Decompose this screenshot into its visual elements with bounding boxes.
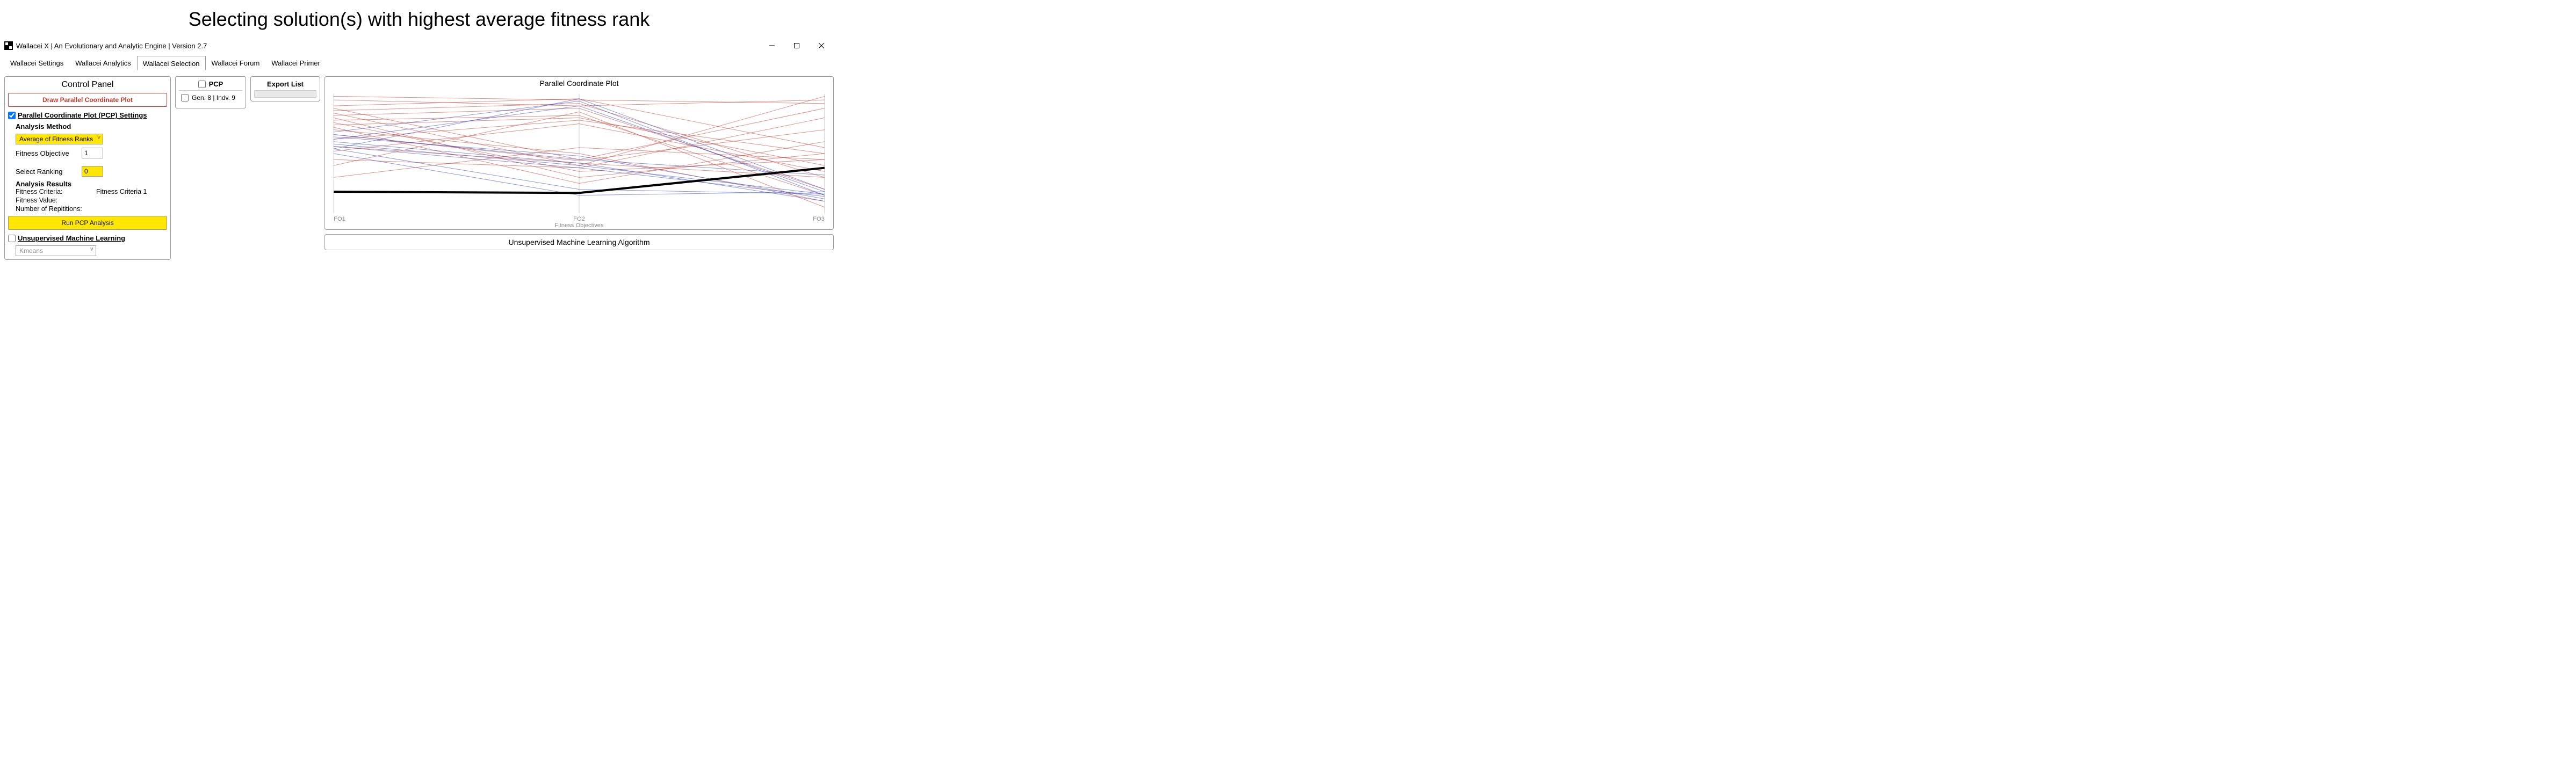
run-pcp-button[interactable]: Run PCP Analysis bbox=[8, 216, 167, 230]
pcp-plot-panel: Parallel Coordinate Plot FO1 FO2 FO3 Fitnes… bbox=[324, 76, 834, 230]
page-heading: Selecting solution(s) with highest avera… bbox=[0, 0, 838, 36]
pcp-item-checkbox[interactable] bbox=[181, 94, 189, 101]
svg-text:FO3: FO3 bbox=[813, 216, 825, 222]
tab-wallacei-selection[interactable]: Wallacei Selection bbox=[137, 56, 206, 70]
pcp-settings-label: Parallel Coordinate Plot (PCP) Settings bbox=[18, 111, 147, 119]
fitness-criteria-label: Fitness Criteria: bbox=[16, 188, 91, 195]
uml-checkbox[interactable] bbox=[8, 235, 16, 242]
tab-wallacei-forum[interactable]: Wallacei Forum bbox=[206, 55, 266, 70]
pcp-header-checkbox[interactable] bbox=[198, 81, 206, 88]
fitness-objective-input[interactable] bbox=[82, 148, 103, 158]
select-ranking-label: Select Ranking bbox=[16, 168, 77, 176]
pcp-item-label: Gen. 8 | Indv. 9 bbox=[192, 94, 235, 101]
pcp-list-panel: PCP Gen. 8 | Indv. 9 bbox=[175, 76, 246, 108]
close-button[interactable] bbox=[809, 38, 834, 53]
pcp-list-header: PCP bbox=[209, 80, 223, 88]
export-list-header: Export List bbox=[254, 80, 316, 90]
svg-text:Fitness Objectives: Fitness Objectives bbox=[554, 222, 604, 228]
repetitions-label: Number of Repititions: bbox=[16, 205, 91, 213]
pcp-list-item[interactable]: Gen. 8 | Indv. 9 bbox=[179, 91, 242, 105]
uml-plot-panel: Unsupervised Machine Learning Algorithm bbox=[324, 234, 834, 250]
fitness-criteria-value: Fitness Criteria 1 bbox=[96, 188, 147, 195]
maximize-button[interactable] bbox=[784, 38, 809, 53]
fitness-objective-label: Fitness Objective bbox=[16, 149, 77, 157]
export-list-panel: Export List bbox=[250, 76, 320, 101]
analysis-method-label: Analysis Method bbox=[16, 122, 71, 130]
analysis-method-select[interactable]: Average of Fitness Ranks bbox=[16, 134, 103, 144]
tab-bar: Wallacei SettingsWallacei AnalyticsWalla… bbox=[0, 55, 838, 71]
pcp-settings-checkbox[interactable] bbox=[8, 112, 16, 119]
tab-wallacei-settings[interactable]: Wallacei Settings bbox=[4, 55, 69, 70]
svg-text:FO1: FO1 bbox=[334, 216, 345, 222]
tab-wallacei-analytics[interactable]: Wallacei Analytics bbox=[69, 55, 137, 70]
control-panel-title: Control Panel bbox=[8, 80, 167, 90]
minimize-button[interactable] bbox=[760, 38, 784, 53]
app-logo-icon bbox=[4, 41, 13, 50]
draw-pcp-button[interactable]: Draw Parallel Coordinate Plot bbox=[8, 93, 167, 107]
uml-label: Unsupervised Machine Learning bbox=[18, 234, 125, 242]
tab-wallacei-primer[interactable]: Wallacei Primer bbox=[265, 55, 326, 70]
control-panel: Control Panel Draw Parallel Coordinate P… bbox=[4, 76, 171, 260]
select-ranking-input[interactable] bbox=[82, 166, 103, 177]
svg-text:FO2: FO2 bbox=[573, 216, 585, 222]
export-empty-bar bbox=[254, 90, 316, 98]
uml-plot-title: Unsupervised Machine Learning Algorithm bbox=[508, 238, 650, 246]
pcp-plot-title: Parallel Coordinate Plot bbox=[328, 79, 830, 88]
app-title: Wallacei X | An Evolutionary and Analyti… bbox=[16, 42, 207, 50]
uml-algorithm-select[interactable]: Kmeans bbox=[16, 245, 96, 256]
pcp-plot: FO1 FO2 FO3 Fitness Objectives bbox=[328, 89, 830, 228]
app-header: Wallacei X | An Evolutionary and Analyti… bbox=[0, 36, 838, 55]
analysis-results-label: Analysis Results bbox=[16, 180, 167, 188]
fitness-value-label: Fitness Value: bbox=[16, 197, 91, 204]
